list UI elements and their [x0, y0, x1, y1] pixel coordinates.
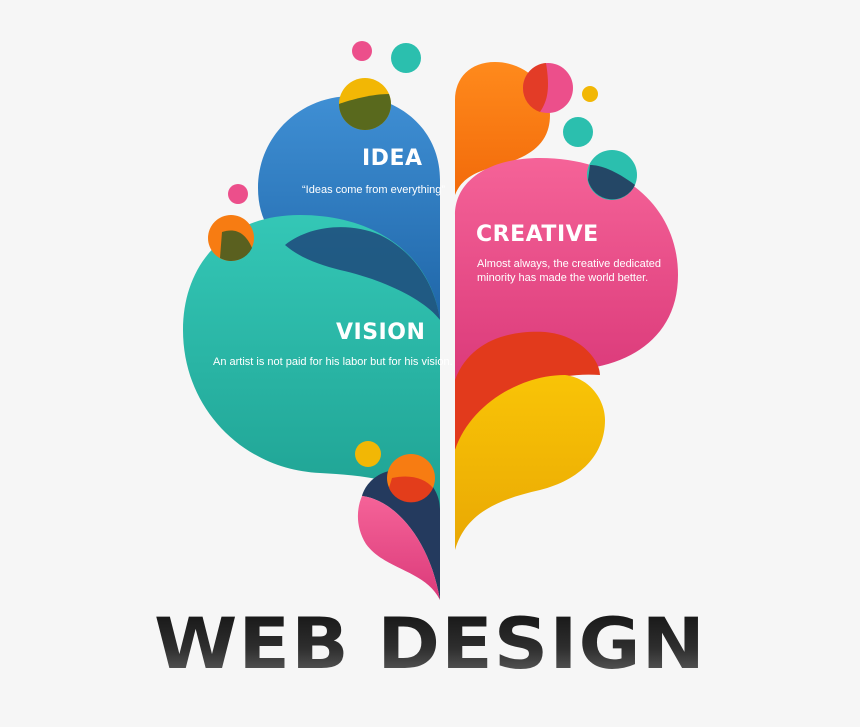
bubble-teal-top — [391, 43, 421, 73]
vision-caption: An artist is not paid for his labor but … — [213, 356, 453, 368]
creative-caption: Almost always, the creative dedicated mi… — [477, 258, 662, 284]
bubble-yellow-tiny — [582, 86, 598, 102]
idea-caption: “Ideas come from everything” — [302, 184, 446, 196]
web-design-headline: WEB DESIGN — [0, 603, 860, 685]
bubble-yellow-bottom — [355, 441, 381, 467]
vision-title: VISION — [336, 320, 426, 345]
idea-title: IDEA — [362, 146, 423, 171]
creative-title: CREATIVE — [476, 222, 599, 247]
bubble-pink-left — [228, 184, 248, 204]
bubble-teal-right — [563, 117, 593, 147]
bubble-pink-small — [352, 41, 372, 61]
